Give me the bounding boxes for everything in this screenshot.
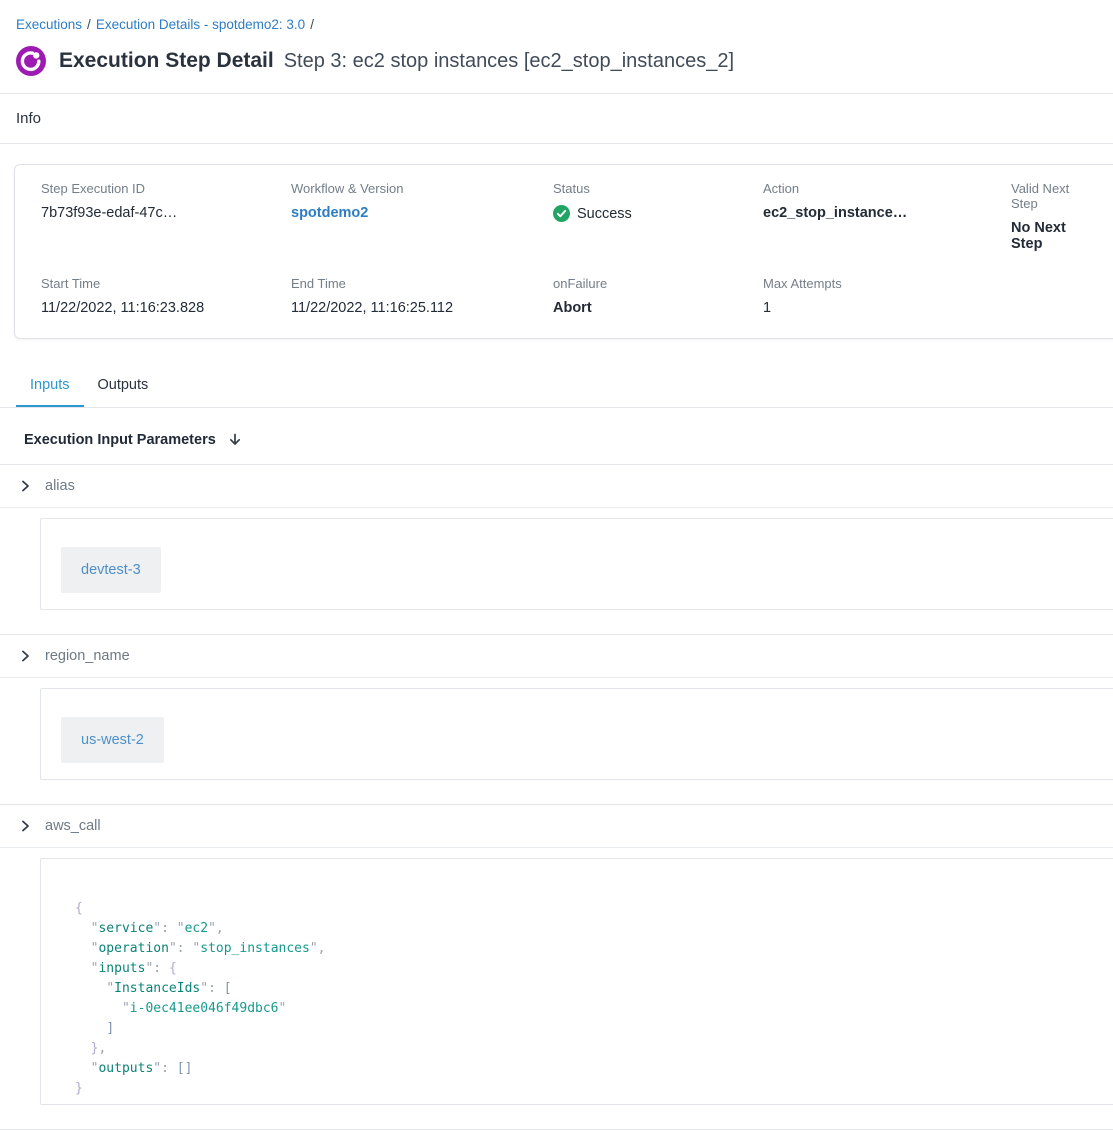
info-heading: Info <box>0 94 1113 143</box>
section-box: { "service": "ec2", "operation": "stop_i… <box>40 858 1113 1105</box>
field-label: Status <box>553 181 763 196</box>
field-label: onFailure <box>553 276 763 291</box>
tabs: Inputs Outputs <box>0 361 1113 408</box>
field-value: 11/22/2022, 11:16:25.112 <box>291 300 553 316</box>
field-label: Valid Next Step <box>1011 181 1098 211</box>
field-label: Max Attempts <box>763 276 1011 291</box>
params-heading: Execution Input Parameters <box>24 432 216 448</box>
page-subtitle: Step 3: ec2 stop instances [ec2_stop_ins… <box>284 50 734 73</box>
field-max-attempts: Max Attempts 1 <box>763 276 1011 316</box>
section-region-name: region_name us-west-2 <box>0 635 1113 805</box>
section-label: region_name <box>45 648 130 664</box>
chevron-right-icon <box>18 649 32 663</box>
field-status: Status Success <box>553 181 763 252</box>
tab-outputs[interactable]: Outputs <box>84 367 163 407</box>
arrow-down-icon[interactable] <box>227 432 243 448</box>
success-check-icon <box>553 205 570 222</box>
field-end-time: End Time 11/22/2022, 11:16:25.112 <box>291 276 553 316</box>
page-header: Execution Step Detail Step 3: ec2 stop i… <box>0 36 1113 93</box>
section-alias: alias devtest-3 <box>0 465 1113 635</box>
json-code: { "service": "ec2", "operation": "stop_i… <box>75 899 1100 1099</box>
section-aws-call: aws_call { "service": "ec2", "operation"… <box>0 805 1113 1130</box>
field-label: Start Time <box>41 276 291 291</box>
field-value: No Next Step <box>1011 220 1098 252</box>
page-title: Execution Step Detail <box>59 49 274 73</box>
field-label: Workflow & Version <box>291 181 553 196</box>
field-start-time: Start Time 11/22/2022, 11:16:23.828 <box>41 276 291 316</box>
section-box: devtest-3 <box>40 518 1113 610</box>
section-label: alias <box>45 478 75 494</box>
field-value: 11/22/2022, 11:16:23.828 <box>41 300 291 316</box>
value-chip: devtest-3 <box>61 547 161 593</box>
breadcrumb-link-execution-details[interactable]: Execution Details - spotdemo2: 3.0 <box>96 17 305 32</box>
page-heading: Execution Step Detail Step 3: ec2 stop i… <box>59 49 734 73</box>
chevron-right-icon <box>18 479 32 493</box>
field-value: 1 <box>763 300 1011 316</box>
value-chip: us-west-2 <box>61 717 164 763</box>
breadcrumb-separator: / <box>310 17 314 32</box>
field-onfailure: onFailure Abort <box>553 276 763 316</box>
section-aws-call-header[interactable]: aws_call <box>0 805 1113 848</box>
field-value: Success <box>553 205 763 222</box>
section-region-name-content: us-west-2 <box>0 678 1113 805</box>
field-value: ec2_stop_instance… <box>763 205 1011 221</box>
section-alias-content: devtest-3 <box>0 508 1113 635</box>
status-text: Success <box>577 206 632 222</box>
field-value: Abort <box>553 300 763 316</box>
breadcrumb: Executions / Execution Details - spotdemo2… <box>0 0 1113 36</box>
breadcrumb-separator: / <box>87 17 91 32</box>
workflow-version-link[interactable]: spotdemo2 <box>291 205 553 221</box>
field-action: Action ec2_stop_instance… <box>763 181 1011 252</box>
field-valid-next-step: Valid Next Step No Next Step <box>1011 181 1098 252</box>
section-label: aws_call <box>45 818 101 834</box>
field-value: 7b73f93e-edaf-47c… <box>41 205 291 221</box>
field-step-execution-id: Step Execution ID 7b73f93e-edaf-47c… <box>41 181 291 252</box>
breadcrumb-link-executions[interactable]: Executions <box>16 17 82 32</box>
section-region-name-header[interactable]: region_name <box>0 635 1113 678</box>
divider <box>0 143 1113 144</box>
app-logo-icon <box>16 46 46 76</box>
field-workflow-version: Workflow & Version spotdemo2 <box>291 181 553 252</box>
tab-inputs[interactable]: Inputs <box>16 367 84 407</box>
info-card: Step Execution ID 7b73f93e-edaf-47c… Wor… <box>14 164 1113 339</box>
params-heading-row: Execution Input Parameters <box>0 408 1113 465</box>
field-label: Step Execution ID <box>41 181 291 196</box>
chevron-right-icon <box>18 819 32 833</box>
field-label: Action <box>763 181 1011 196</box>
section-alias-header[interactable]: alias <box>0 465 1113 508</box>
field-label: End Time <box>291 276 553 291</box>
section-box: us-west-2 <box>40 688 1113 780</box>
section-aws-call-content: { "service": "ec2", "operation": "stop_i… <box>0 848 1113 1130</box>
info-grid: Step Execution ID 7b73f93e-edaf-47c… Wor… <box>41 181 1098 316</box>
